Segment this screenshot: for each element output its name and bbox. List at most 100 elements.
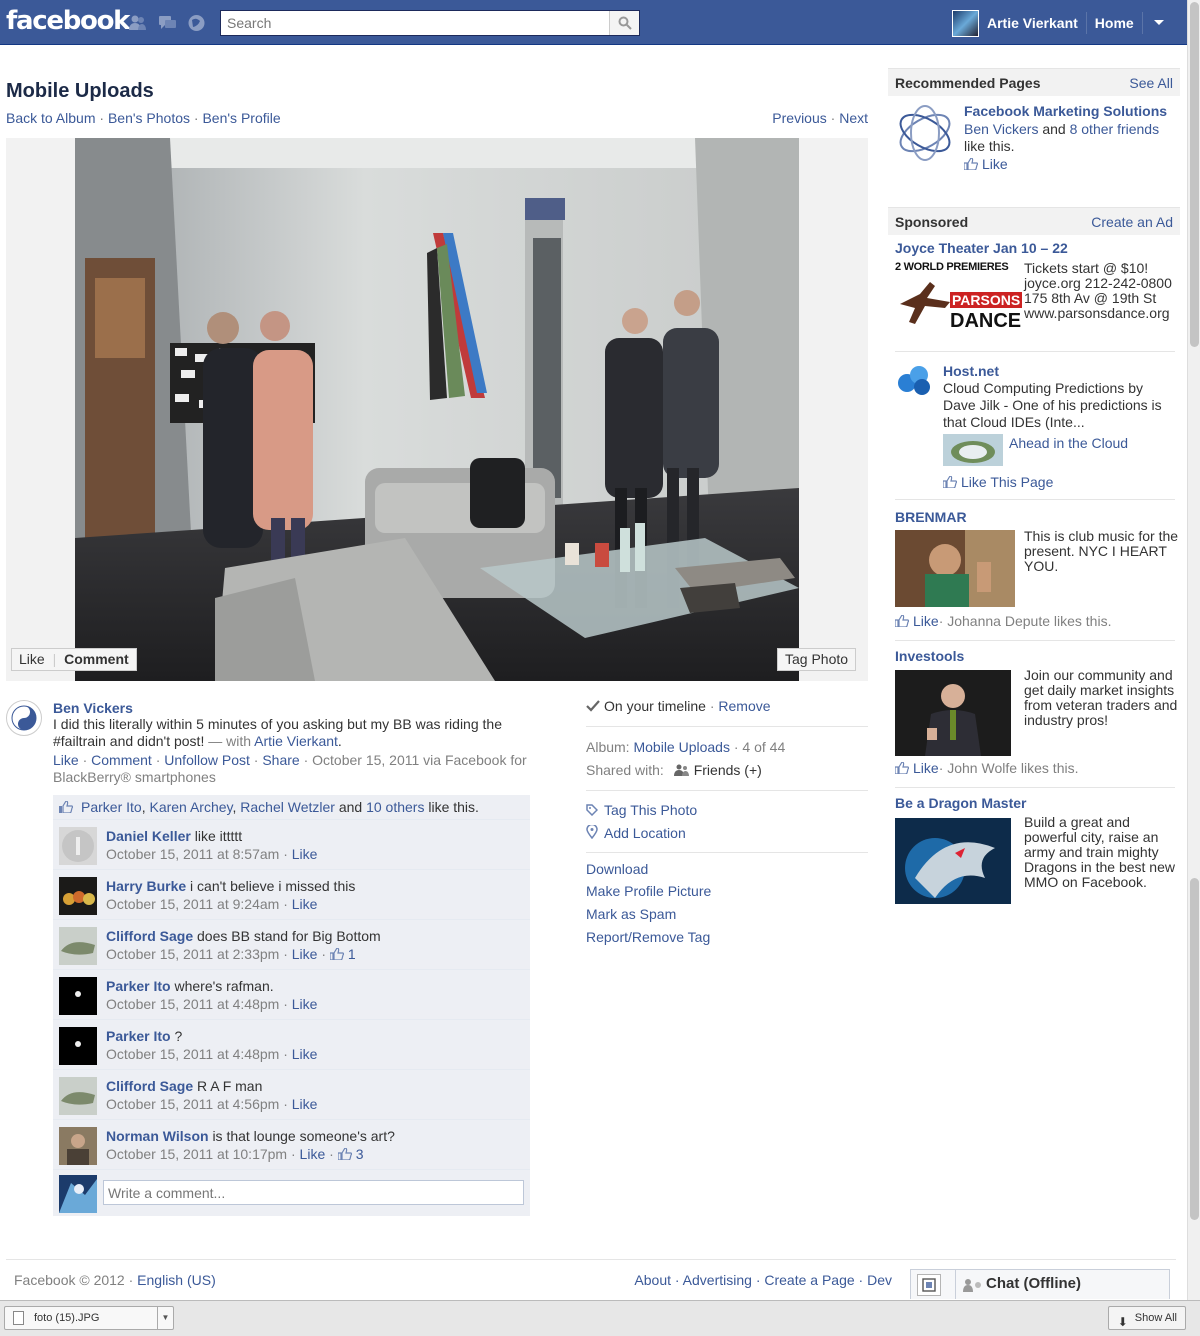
- ad-link[interactable]: Ahead in the Cloud: [1009, 436, 1128, 451]
- comment-author[interactable]: Harry Burke: [106, 878, 186, 894]
- search-input[interactable]: [221, 11, 609, 35]
- page-scrollbar[interactable]: [1187, 0, 1200, 1300]
- next-link[interactable]: Next: [839, 110, 868, 126]
- comment-author[interactable]: Parker Ito: [106, 978, 171, 994]
- liker-link[interactable]: Parker Ito: [81, 799, 142, 815]
- post-author-avatar[interactable]: [6, 700, 42, 736]
- tag-this-photo-link[interactable]: Tag This Photo: [604, 802, 697, 818]
- liker-link[interactable]: Rachel Wetzler: [240, 799, 335, 815]
- previous-link[interactable]: Previous: [772, 110, 826, 126]
- ad-brenmar[interactable]: BRENMAR This is club music for the prese…: [895, 510, 1178, 630]
- language-link[interactable]: English (US): [137, 1272, 216, 1288]
- search-button[interactable]: [609, 11, 639, 35]
- comment-avatar[interactable]: [59, 977, 97, 1015]
- post-like-link[interactable]: Like: [53, 752, 79, 768]
- report-remove-tag-link[interactable]: Report/Remove Tag: [586, 929, 710, 945]
- notifications-icon[interactable]: [187, 14, 206, 32]
- ad-image[interactable]: [895, 530, 1015, 607]
- friend-link[interactable]: Ben Vickers: [964, 121, 1038, 137]
- account-menu-icon[interactable]: [1153, 19, 1165, 27]
- ad-title[interactable]: Investools: [895, 649, 1175, 664]
- comment-like-link[interactable]: Like: [300, 1146, 326, 1162]
- ad-investools[interactable]: Investools Join our community and get da…: [895, 649, 1177, 779]
- chat-tab[interactable]: Chat (Offline): [955, 1270, 1170, 1299]
- download-item[interactable]: foto (15).JPG ▼: [4, 1306, 174, 1330]
- make-profile-picture-link[interactable]: Make Profile Picture: [586, 883, 711, 899]
- create-ad-link[interactable]: Create an Ad: [1091, 208, 1173, 236]
- ad-joyce-theater[interactable]: Joyce Theater Jan 10 – 22 2 WORLD PREMIE…: [895, 241, 1175, 341]
- comment-avatar[interactable]: [59, 1027, 97, 1065]
- ad-like-link[interactable]: Like: [913, 613, 939, 629]
- comment-like-link[interactable]: Like: [292, 896, 318, 912]
- comment-avatar[interactable]: [59, 827, 97, 865]
- user-name-link[interactable]: Artie Vierkant: [987, 15, 1078, 31]
- host-net-logo[interactable]: [895, 363, 935, 397]
- comment-like-link[interactable]: Like: [292, 846, 318, 862]
- others-link[interactable]: 10 others: [366, 799, 424, 815]
- post-author-name[interactable]: Ben Vickers: [53, 700, 133, 716]
- facebook-logo[interactable]: facebook: [6, 6, 130, 36]
- remove-from-timeline-link[interactable]: Remove: [718, 698, 770, 714]
- ad-dragon-master[interactable]: Be a Dragon Master Build a great and pow…: [895, 796, 1175, 916]
- tagged-user-link[interactable]: Artie Vierkant: [254, 733, 338, 749]
- recommended-page-name[interactable]: Facebook Marketing Solutions: [964, 103, 1174, 120]
- footer-links[interactable]: About · Advertising · Create a Page · De…: [634, 1272, 892, 1288]
- comment-author[interactable]: Parker Ito: [106, 1028, 171, 1044]
- comment-avatar[interactable]: [59, 1077, 97, 1115]
- gallery-photo[interactable]: [75, 138, 799, 681]
- add-location-link[interactable]: Add Location: [604, 825, 686, 841]
- comment-like-link[interactable]: Like: [292, 996, 318, 1012]
- bens-photos-link[interactable]: Ben's Photos: [108, 110, 190, 126]
- ad-like-link[interactable]: Like: [913, 760, 939, 776]
- ad-title[interactable]: BRENMAR: [895, 510, 1175, 525]
- comment-like-link[interactable]: Like: [292, 946, 318, 962]
- post-comment-link[interactable]: Comment: [91, 752, 152, 768]
- liker-link[interactable]: Karen Archey: [149, 799, 232, 815]
- comment-author[interactable]: Daniel Keller: [106, 828, 191, 844]
- ad-image[interactable]: [895, 670, 1011, 756]
- comment-avatar[interactable]: [59, 1127, 97, 1165]
- other-friends-link[interactable]: 8 other friends: [1070, 121, 1160, 137]
- mark-as-spam-link[interactable]: Mark as Spam: [586, 906, 676, 922]
- show-all-downloads-button[interactable]: ⬇ Show All: [1107, 1306, 1186, 1330]
- comment-author[interactable]: Clifford Sage: [106, 1078, 193, 1094]
- like-this-page-link[interactable]: Like This Page: [961, 474, 1053, 490]
- comment-like-count[interactable]: 1: [329, 946, 356, 962]
- comment-like-link[interactable]: Like: [292, 1046, 318, 1062]
- comment-avatar[interactable]: [59, 877, 97, 915]
- share-link[interactable]: Share: [262, 752, 299, 768]
- comment-like-count[interactable]: 3: [337, 1146, 363, 1162]
- comment-like-link[interactable]: Like: [292, 1096, 318, 1112]
- album-link[interactable]: Mobile Uploads: [633, 739, 730, 755]
- download-menu-button[interactable]: ▼: [157, 1307, 173, 1329]
- photo-like-button[interactable]: Like: [19, 651, 45, 667]
- audience-selector[interactable]: Friends (+): [694, 762, 762, 778]
- ad-title[interactable]: Joyce Theater Jan 10 – 22: [895, 241, 1175, 256]
- chat-options-button[interactable]: [917, 1274, 941, 1296]
- like-page-link[interactable]: Like: [982, 156, 1008, 172]
- comment-avatar[interactable]: [59, 927, 97, 965]
- scrollbar-thumb[interactable]: [1190, 878, 1199, 1220]
- ad-image[interactable]: 2 WORLD PREMIERES PARSONS DANCE: [895, 260, 1023, 340]
- tag-photo-button[interactable]: Tag Photo: [777, 648, 857, 671]
- user-avatar[interactable]: [952, 9, 979, 37]
- comment-author[interactable]: Norman Wilson: [106, 1128, 209, 1144]
- ad-title[interactable]: Be a Dragon Master: [895, 796, 1175, 811]
- ad-host-net[interactable]: Host.net Cloud Computing Predictions by …: [895, 363, 1175, 493]
- photo-comment-button[interactable]: Comment: [64, 651, 129, 667]
- download-link[interactable]: Download: [586, 861, 648, 877]
- back-to-album-link[interactable]: Back to Album: [6, 110, 96, 126]
- unfollow-post-link[interactable]: Unfollow Post: [164, 752, 250, 768]
- scrollbar-thumb[interactable]: [1190, 2, 1199, 347]
- home-link[interactable]: Home: [1095, 15, 1134, 31]
- see-all-link[interactable]: See All: [1129, 69, 1173, 97]
- messages-icon[interactable]: [158, 14, 177, 32]
- ad-thumbnail[interactable]: [943, 434, 1003, 466]
- ad-title[interactable]: Host.net: [943, 363, 1175, 380]
- comment-input[interactable]: [103, 1180, 524, 1205]
- ad-image[interactable]: [895, 818, 1011, 904]
- comment-author[interactable]: Clifford Sage: [106, 928, 193, 944]
- friend-requests-icon[interactable]: [128, 14, 147, 32]
- bens-profile-link[interactable]: Ben's Profile: [202, 110, 280, 126]
- fb-marketing-logo[interactable]: [895, 103, 955, 163]
